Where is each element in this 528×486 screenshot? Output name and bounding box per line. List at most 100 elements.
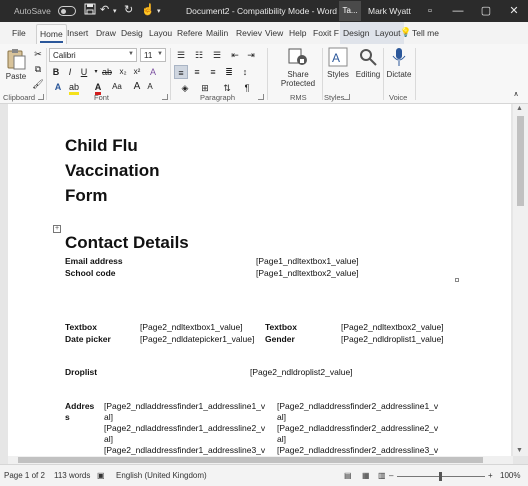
user-name[interactable]: Mark Wyatt — [368, 6, 411, 16]
language[interactable]: English (United Kingdom) — [116, 471, 207, 480]
cut-icon[interactable]: ✂ — [31, 47, 45, 61]
zoom-level[interactable]: 100% — [500, 471, 520, 480]
numbering-icon[interactable]: ☷ — [192, 48, 206, 62]
tab-mailings[interactable]: Mailin — [206, 28, 228, 38]
autosave-label: AutoSave — [14, 6, 51, 16]
dictate-button[interactable]: Dictate — [385, 46, 413, 79]
grow-font-icon[interactable]: A — [130, 80, 144, 94]
voice-group-label: Voice — [389, 93, 408, 102]
tab-table-layout[interactable]: Layout — [372, 22, 404, 44]
scroll-down-icon[interactable]: ▼ — [516, 447, 523, 454]
address1-line1: [Page2_ndladdressfinder1_addressline1_v — [104, 401, 266, 411]
shading-icon[interactable]: ◈ — [178, 81, 192, 95]
format-painter-icon[interactable]: 🖌 — [31, 77, 45, 91]
tab-review[interactable]: Reviev — [236, 28, 262, 38]
highlight-icon[interactable]: ab — [67, 80, 81, 95]
tab-layout[interactable]: Layou — [149, 28, 172, 38]
vertical-scrollbar[interactable]: ▲ ▼ — [513, 104, 528, 456]
separator — [46, 48, 47, 100]
subscript-button[interactable]: x₂ — [116, 65, 130, 79]
undo-dropdown-icon[interactable]: ▾ — [113, 7, 117, 15]
copy-icon[interactable]: ⧉ — [31, 62, 45, 76]
web-layout-icon[interactable]: ▥ — [378, 471, 386, 480]
customize-qat-icon[interactable]: ▾ — [157, 7, 161, 15]
page-count[interactable]: Page 1 of 2 — [4, 471, 45, 480]
zoom-out-icon[interactable]: – — [389, 471, 393, 480]
font-color-icon[interactable]: A — [91, 80, 105, 95]
font-launcher-icon[interactable] — [162, 94, 168, 100]
contextual-tab-chip[interactable]: Ta... — [339, 1, 361, 21]
table-resize-handle[interactable] — [455, 278, 459, 282]
editing-button[interactable]: Editing — [354, 46, 382, 79]
line-spacing-icon[interactable]: ↕ — [238, 65, 252, 79]
redo-icon[interactable]: ↻ — [124, 3, 133, 16]
touch-mode-icon[interactable]: ☝ — [141, 3, 155, 16]
justify-icon[interactable]: ≣ — [222, 65, 236, 79]
chevron-down-icon: ▼ — [157, 51, 163, 57]
find-icon — [357, 46, 379, 68]
paragraph-launcher-icon[interactable] — [258, 94, 264, 100]
undo-icon[interactable]: ↶ — [100, 3, 109, 16]
close-button[interactable]: ✕ — [500, 0, 528, 22]
tab-design[interactable]: Desig — [121, 28, 143, 38]
rms-group-label: RMS — [290, 93, 307, 102]
status-bar: Page 1 of 2 113 words ▣ English (United … — [0, 464, 528, 486]
separator — [267, 48, 268, 100]
shrink-font-icon[interactable]: A — [143, 80, 157, 94]
word-count[interactable]: 113 words — [54, 471, 90, 480]
tab-table-design[interactable]: Design — [340, 22, 373, 44]
align-center-icon[interactable]: ≡ — [190, 65, 204, 79]
tab-draw[interactable]: Draw — [96, 28, 116, 38]
increase-indent-icon[interactable]: ⇥ — [244, 48, 258, 62]
horizontal-scroll-thumb[interactable] — [18, 457, 483, 463]
change-case-icon[interactable]: Aa — [110, 80, 124, 94]
tell-me-search[interactable]: Tell me — [412, 28, 439, 38]
show-formatting-icon[interactable]: ¶ — [240, 81, 254, 95]
tab-insert[interactable]: Insert — [67, 28, 88, 38]
clear-formatting-icon[interactable]: A — [146, 65, 160, 79]
multilevel-list-icon[interactable]: ☰ — [210, 48, 224, 62]
strikethrough-button[interactable]: ab — [100, 65, 114, 79]
styles-button[interactable]: A Styles — [325, 46, 351, 79]
decrease-indent-icon[interactable]: ⇤ — [228, 48, 242, 62]
maximize-button[interactable]: ▢ — [472, 0, 500, 22]
bold-button[interactable]: B — [49, 65, 63, 79]
align-left-icon[interactable]: ≡ — [174, 65, 188, 79]
ribbon-display-icon[interactable]: ▫ — [416, 0, 444, 22]
table-move-handle-icon[interactable]: + — [53, 225, 61, 233]
minimize-button[interactable]: — — [444, 0, 472, 22]
vertical-scroll-thumb[interactable] — [517, 116, 524, 206]
print-layout-icon[interactable]: ▦ — [362, 471, 370, 480]
tab-references[interactable]: Refere — [177, 28, 203, 38]
font-name-combo[interactable]: Calibri ▼ — [49, 48, 137, 62]
tab-home[interactable]: Home — [36, 24, 67, 44]
text-effects-icon[interactable]: A — [51, 80, 65, 94]
clipboard-launcher-icon[interactable] — [38, 94, 44, 100]
tab-help[interactable]: Help — [289, 28, 306, 38]
font-name-value: Calibri — [53, 51, 76, 60]
bullets-icon[interactable]: ☰ — [174, 48, 188, 62]
font-size-combo[interactable]: 11 ▼ — [140, 48, 166, 62]
styles-group-label: Styles — [324, 93, 345, 102]
scroll-up-icon[interactable]: ▲ — [516, 105, 523, 112]
tab-file[interactable]: File — [12, 28, 26, 38]
align-right-icon[interactable]: ≡ — [206, 65, 220, 79]
horizontal-scrollbar[interactable] — [8, 456, 513, 464]
proofing-icon[interactable]: ▣ — [97, 471, 105, 480]
font-group-label: Font — [94, 93, 110, 102]
share-protected-button[interactable]: Share Protected — [272, 46, 324, 88]
tab-foxit-pdf[interactable]: Foxit F — [313, 28, 339, 38]
italic-button[interactable]: I — [63, 65, 77, 79]
zoom-in-icon[interactable]: + — [488, 471, 493, 480]
tab-view[interactable]: View — [265, 28, 283, 38]
autosave-toggle[interactable] — [58, 6, 76, 16]
styles-launcher-icon[interactable] — [344, 94, 350, 100]
collapse-ribbon-icon[interactable]: ∧ — [509, 88, 523, 102]
email-value: [Page1_ndltextbox1_value] — [256, 256, 359, 266]
font-size-value: 11 — [144, 51, 153, 60]
save-icon[interactable] — [84, 3, 96, 18]
paste-button[interactable]: Paste — [3, 48, 29, 81]
zoom-slider-knob[interactable] — [439, 472, 442, 481]
read-mode-icon[interactable]: ▤ — [344, 471, 352, 480]
superscript-button[interactable]: x² — [130, 65, 144, 79]
